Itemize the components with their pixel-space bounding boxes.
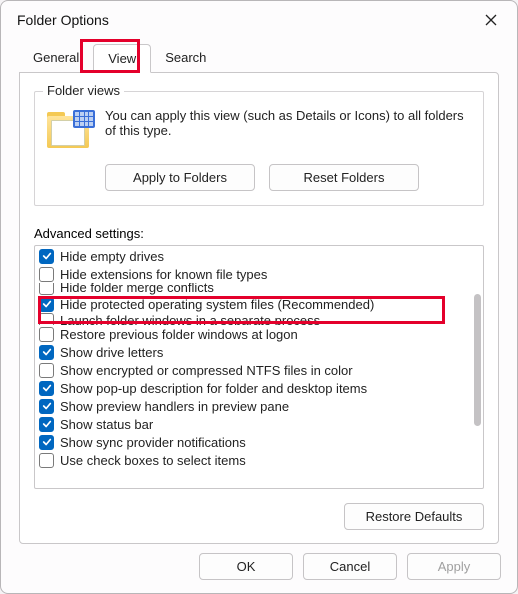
- list-item[interactable]: Hide protected operating system files (R…: [37, 295, 467, 313]
- checkbox[interactable]: [39, 313, 54, 325]
- list-item-label: Show pop-up description for folder and d…: [60, 381, 367, 396]
- checkbox[interactable]: [39, 249, 54, 264]
- list-item-label: Launch folder windows in a separate proc…: [60, 313, 320, 325]
- list-item[interactable]: Show sync provider notifications: [37, 433, 467, 451]
- close-icon: [485, 14, 497, 26]
- list-item-label: Use check boxes to select items: [60, 453, 246, 468]
- list-item-label: Hide empty drives: [60, 249, 164, 264]
- ok-button[interactable]: OK: [199, 553, 293, 580]
- checkbox[interactable]: [39, 363, 54, 378]
- reset-folders-button[interactable]: Reset Folders: [269, 164, 419, 191]
- list-item-label: Hide extensions for known file types: [60, 267, 267, 282]
- cancel-button[interactable]: Cancel: [303, 553, 397, 580]
- checkbox[interactable]: [39, 399, 54, 414]
- list-item-label: Hide folder merge conflicts: [60, 283, 214, 295]
- titlebar: Folder Options: [1, 1, 517, 39]
- tab-search[interactable]: Search: [151, 44, 220, 73]
- list-item[interactable]: Hide extensions for known file types: [37, 265, 467, 283]
- list-item-label: Show status bar: [60, 417, 153, 432]
- list-item-label: Show preview handlers in preview pane: [60, 399, 289, 414]
- tab-view[interactable]: View: [93, 44, 151, 73]
- apply-button[interactable]: Apply: [407, 553, 501, 580]
- folder-views-group: Folder views You can apply this view (su…: [34, 91, 484, 206]
- restore-defaults-button[interactable]: Restore Defaults: [344, 503, 484, 530]
- window-title: Folder Options: [17, 12, 475, 28]
- list-item[interactable]: Show preview handlers in preview pane: [37, 397, 467, 415]
- list-item[interactable]: Show encrypted or compressed NTFS files …: [37, 361, 467, 379]
- checkbox[interactable]: [39, 381, 54, 396]
- checkbox[interactable]: [39, 267, 54, 282]
- apply-to-folders-button[interactable]: Apply to Folders: [105, 164, 255, 191]
- view-panel: Folder views You can apply this view (su…: [19, 72, 499, 544]
- scrollbar-thumb[interactable]: [474, 294, 481, 426]
- list-item[interactable]: Launch folder windows in a separate proc…: [37, 313, 467, 325]
- list-item[interactable]: Hide folder merge conflicts: [37, 283, 467, 295]
- folder-views-icon: [47, 112, 93, 154]
- checkbox[interactable]: [39, 417, 54, 432]
- tab-strip: General View Search: [1, 39, 517, 72]
- folder-views-desc: You can apply this view (such as Details…: [105, 108, 471, 138]
- checkbox[interactable]: [39, 345, 54, 360]
- advanced-settings-list[interactable]: Hide empty drives Hide extensions for kno…: [34, 245, 484, 489]
- checkbox[interactable]: [39, 327, 54, 342]
- scrollbar[interactable]: [474, 252, 481, 482]
- list-item-label: Restore previous folder windows at logon: [60, 327, 298, 342]
- list-item-label: Show encrypted or compressed NTFS files …: [60, 363, 353, 378]
- advanced-settings-label: Advanced settings:: [34, 226, 484, 241]
- checkbox[interactable]: [39, 453, 54, 468]
- folder-views-legend: Folder views: [43, 83, 124, 98]
- folder-options-window: Folder Options General View Search Folde…: [0, 0, 518, 594]
- tab-general[interactable]: General: [19, 44, 93, 73]
- list-item[interactable]: Use check boxes to select items: [37, 451, 467, 469]
- list-item-label: Hide protected operating system files (R…: [60, 297, 374, 312]
- checkbox[interactable]: [39, 283, 54, 295]
- list-item[interactable]: Hide empty drives: [37, 247, 467, 265]
- list-item-label: Show sync provider notifications: [60, 435, 246, 450]
- list-item[interactable]: Show pop-up description for folder and d…: [37, 379, 467, 397]
- dialog-footer: OK Cancel Apply: [1, 547, 517, 593]
- list-item-label: Show drive letters: [60, 345, 163, 360]
- checkbox[interactable]: [39, 297, 54, 312]
- checkbox[interactable]: [39, 435, 54, 450]
- close-button[interactable]: [475, 6, 507, 34]
- list-item[interactable]: Show status bar: [37, 415, 467, 433]
- list-item[interactable]: Restore previous folder windows at logon: [37, 325, 467, 343]
- list-item[interactable]: Show drive letters: [37, 343, 467, 361]
